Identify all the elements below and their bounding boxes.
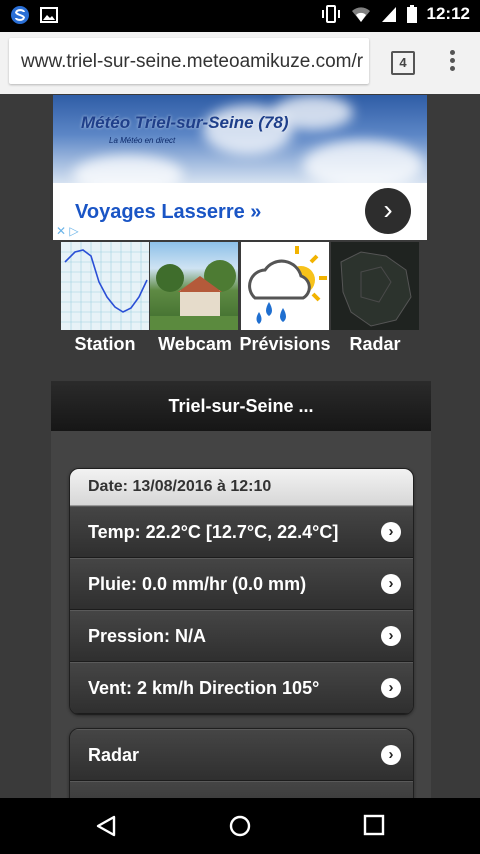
rain-label: Pluie: 0.0 mm/hr (0.0 mm) <box>88 574 307 594</box>
status-time: 12:12 <box>426 4 470 23</box>
forecast-thumbnail[interactable] <box>241 242 329 330</box>
wifi-icon <box>351 7 370 23</box>
image-icon <box>40 7 58 23</box>
chevron-right-icon: › <box>381 678 401 698</box>
page-title: Triel-sur-Seine ... <box>51 381 431 431</box>
weather-date: Date: 13/08/2016 à 12:10 <box>70 469 413 506</box>
rain-sun-icon <box>248 246 327 324</box>
forecast-link[interactable]: Prévisions <box>237 334 333 355</box>
weather-list: Date: 13/08/2016 à 12:10 Temp: 22.2°C [1… <box>69 468 414 715</box>
webcam-image <box>150 260 238 330</box>
chevron-right-icon: › <box>381 626 401 646</box>
s-app-icon <box>11 6 29 24</box>
radar-item[interactable]: Radar › <box>70 729 413 781</box>
status-bar: 12:12 <box>0 0 480 32</box>
chevron-right-icon: › <box>381 745 401 765</box>
tabs-button[interactable]: 4 <box>391 51 415 75</box>
pressure-item[interactable]: Pression: N/A › <box>70 610 413 662</box>
station-thumbnail[interactable] <box>61 242 149 330</box>
browser-toolbar: www.triel-sur-seine.meteoamikuze.com/r 4 <box>0 32 480 94</box>
ad-close-icon[interactable]: ✕ ▷ <box>53 223 91 240</box>
site-banner[interactable]: Météo Triel-sur-Seine (78) La Météo en d… <box>53 95 427 183</box>
overflow-menu-icon[interactable] <box>446 50 458 76</box>
radar-link[interactable]: Radar <box>327 334 423 355</box>
pressure-label: Pression: N/A <box>88 626 207 646</box>
wind-label: Vent: 2 km/h Direction 105° <box>88 678 320 698</box>
ad-banner[interactable]: Voyages Lasserre » › <box>53 183 427 240</box>
rain-item[interactable]: Pluie: 0.0 mm/hr (0.0 mm) › <box>70 558 413 610</box>
station-graph-icon <box>61 242 149 330</box>
radar-thumbnail[interactable] <box>331 242 419 330</box>
radar-item-label: Radar <box>88 745 140 765</box>
wind-item[interactable]: Vent: 2 km/h Direction 105° › <box>70 662 413 714</box>
chevron-right-icon: › <box>381 574 401 594</box>
webcam-thumbnail[interactable] <box>150 242 238 330</box>
address-bar[interactable]: www.triel-sur-seine.meteoamikuze.com/r <box>9 38 369 84</box>
vibrate-icon <box>321 5 340 23</box>
home-icon[interactable] <box>228 814 252 838</box>
banner-subtitle: La Météo en direct <box>109 136 176 145</box>
station-link[interactable]: Station <box>57 334 153 355</box>
webcam-link[interactable]: Webcam <box>147 334 243 355</box>
signal-icon <box>381 7 396 22</box>
chevron-right-icon[interactable]: › <box>365 188 411 234</box>
temperature-label: Temp: 22.2°C [12.7°C, 22.4°C] <box>88 522 339 542</box>
ad-text[interactable]: Voyages Lasserre » <box>75 201 261 224</box>
radar-map-image <box>340 251 412 327</box>
url-text: www.triel-sur-seine.meteoamikuze.com/r <box>21 51 364 72</box>
back-icon[interactable] <box>94 814 118 838</box>
chevron-right-icon: › <box>381 522 401 542</box>
banner-title: Météo Triel-sur-Seine (78) <box>81 113 289 132</box>
temperature-item[interactable]: Temp: 22.2°C [12.7°C, 22.4°C] › <box>70 506 413 558</box>
battery-icon <box>406 5 417 23</box>
recents-icon[interactable] <box>363 814 385 836</box>
navigation-bar <box>0 798 480 854</box>
